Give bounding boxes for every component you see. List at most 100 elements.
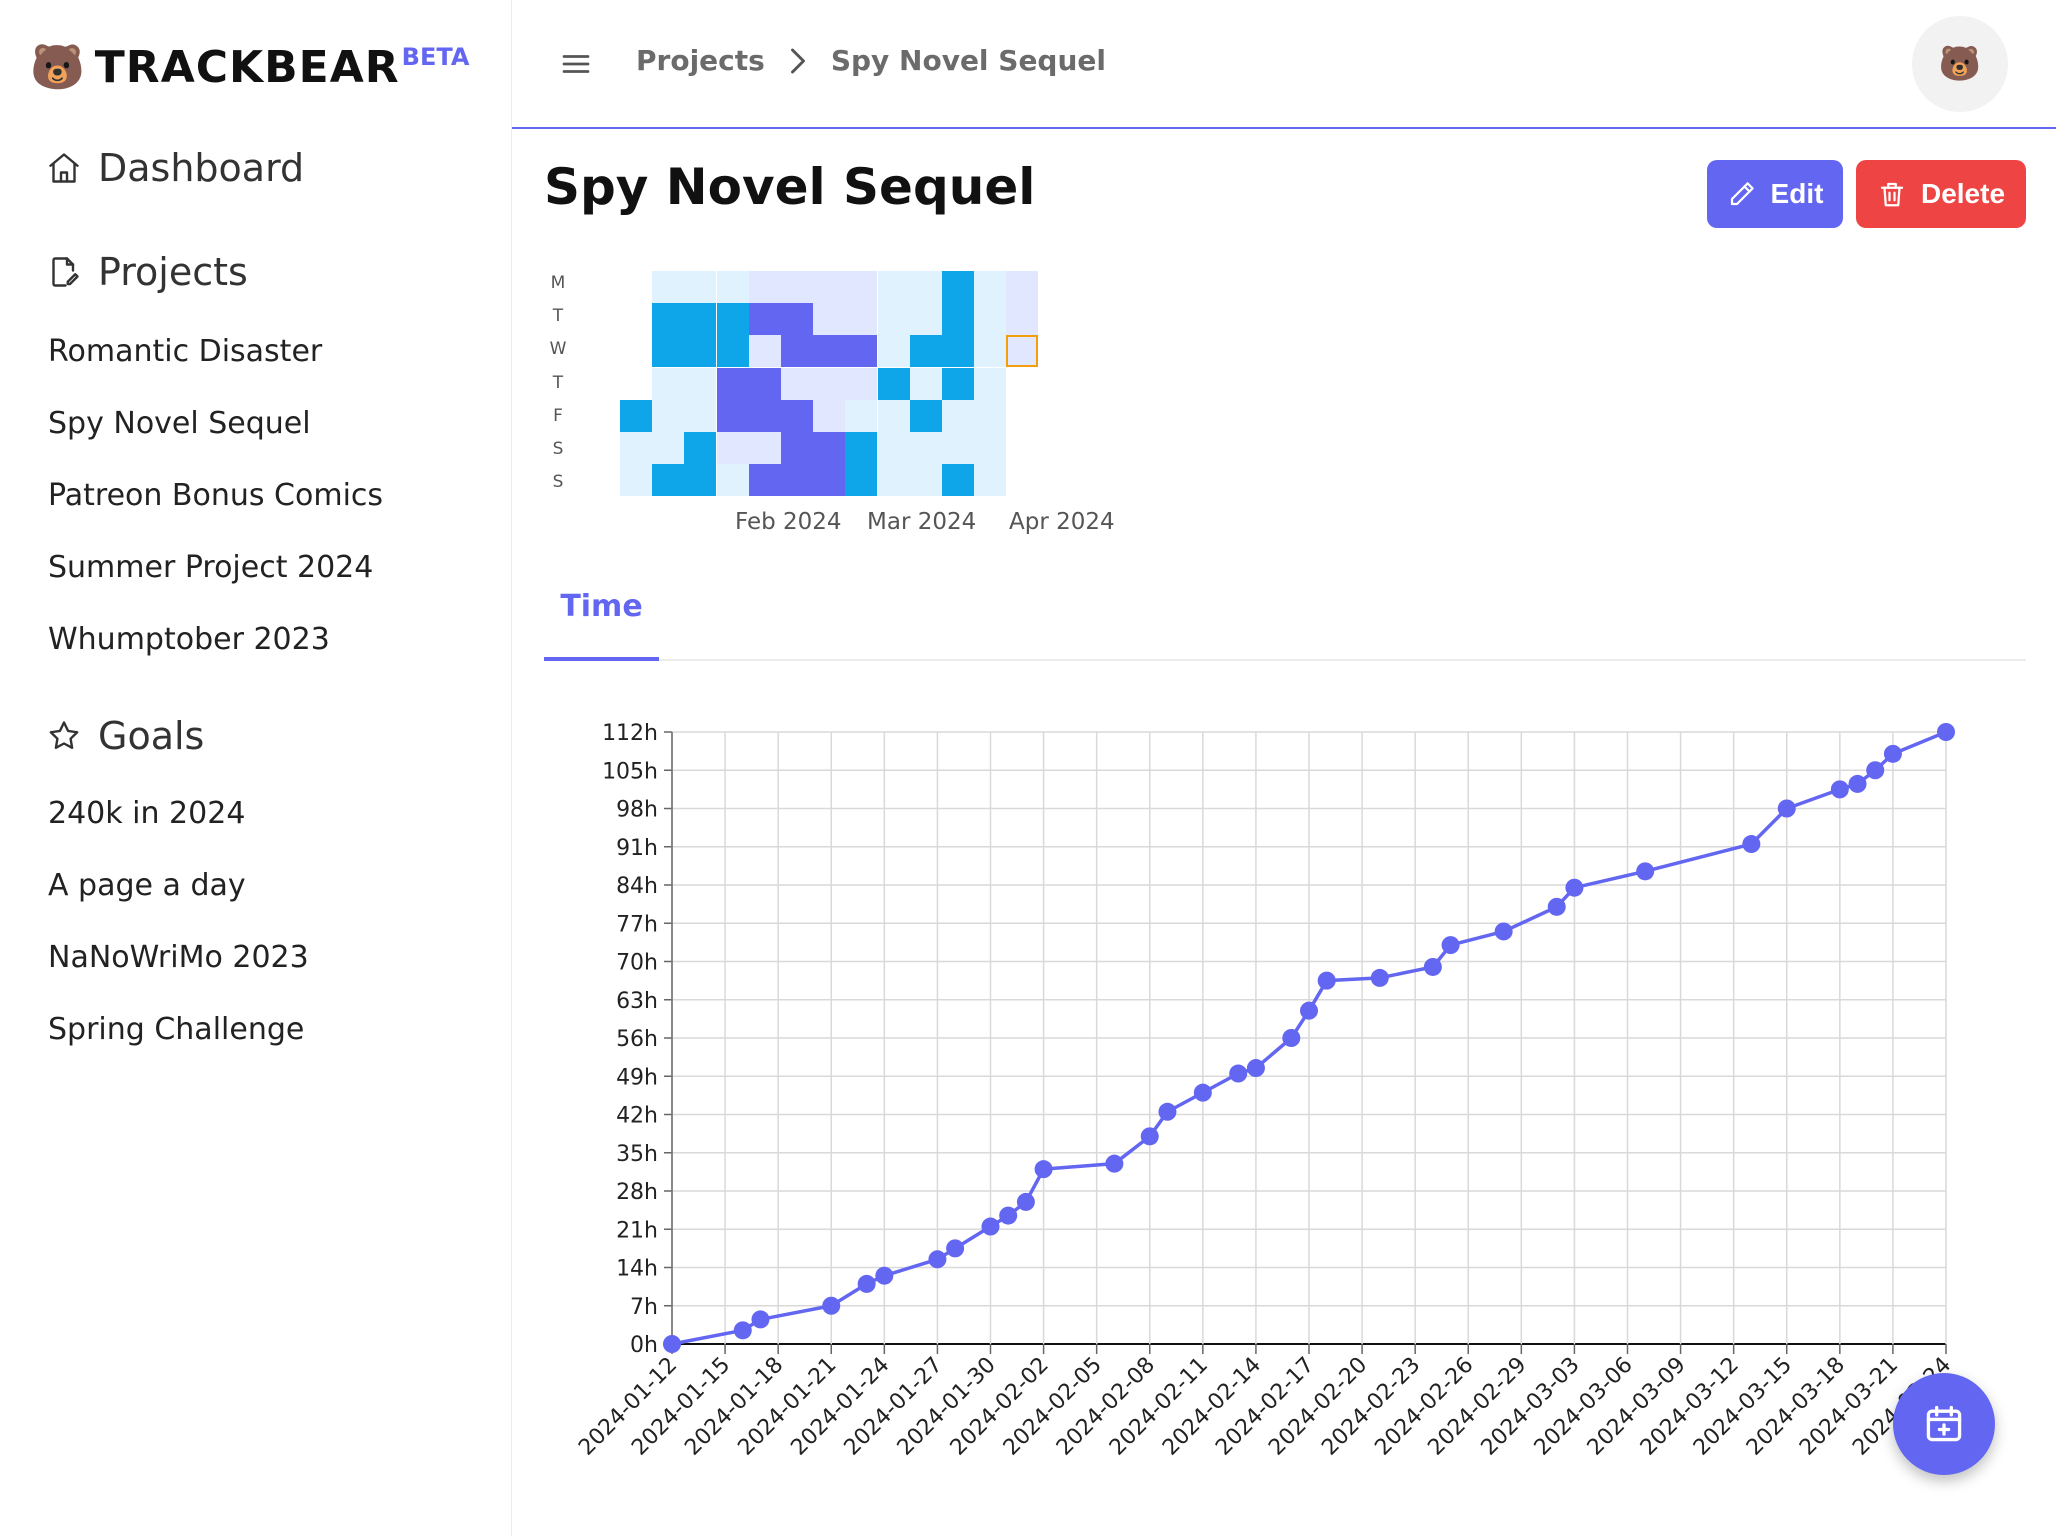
edit-button[interactable]: Edit: [1707, 160, 1843, 228]
heatmap-cell[interactable]: [845, 464, 878, 497]
heatmap-cell[interactable]: [652, 367, 685, 400]
heatmap-cell[interactable]: [974, 464, 1007, 497]
heatmap-cell[interactable]: [716, 335, 749, 368]
heatmap-cell[interactable]: [716, 271, 749, 303]
heatmap-cell[interactable]: [909, 399, 942, 432]
heatmap-cell[interactable]: [877, 335, 910, 368]
heatmap-cell[interactable]: [716, 399, 749, 432]
heatmap-cell[interactable]: [974, 432, 1007, 464]
heatmap-cell[interactable]: [845, 335, 878, 368]
heatmap-cell[interactable]: [781, 399, 813, 432]
heatmap-cell[interactable]: [748, 271, 781, 303]
sidebar-item-project[interactable]: Spy Novel Sequel: [48, 406, 311, 441]
heatmap-cell[interactable]: [684, 399, 717, 432]
heatmap-cell[interactable]: [652, 432, 685, 464]
heatmap-cell[interactable]: [877, 432, 910, 464]
heatmap-cell[interactable]: [684, 303, 717, 336]
add-session-button[interactable]: [1893, 1373, 1995, 1475]
heatmap-cell[interactable]: [813, 464, 846, 497]
heatmap-cell[interactable]: [813, 303, 846, 336]
heatmap-cell[interactable]: [781, 464, 813, 497]
heatmap-cell[interactable]: [942, 367, 974, 400]
sidebar-item-project[interactable]: Patreon Bonus Comics: [48, 478, 383, 513]
heatmap-cell[interactable]: [781, 432, 813, 464]
heatmap-cell[interactable]: [748, 335, 781, 368]
sidebar-item-dashboard[interactable]: Dashboard: [46, 146, 304, 190]
heatmap-cell[interactable]: [652, 303, 685, 336]
heatmap-cell[interactable]: [942, 335, 974, 368]
heatmap-cell[interactable]: [877, 271, 910, 303]
hamburger-menu-icon[interactable]: [558, 46, 594, 82]
heatmap-cell[interactable]: [845, 367, 878, 400]
heatmap-cell[interactable]: [909, 335, 942, 368]
sidebar-item-project[interactable]: Romantic Disaster: [48, 334, 322, 369]
heatmap-cell[interactable]: [620, 432, 652, 464]
heatmap-cell[interactable]: [942, 464, 974, 497]
heatmap-cell[interactable]: [813, 432, 846, 464]
heatmap-cell[interactable]: [845, 303, 878, 336]
heatmap-cell[interactable]: [877, 303, 910, 336]
sidebar-item-project[interactable]: Summer Project 2024: [48, 550, 373, 585]
heatmap-cell[interactable]: [684, 464, 717, 497]
app-logo[interactable]: 🐻 TRACKBEAR BETA: [30, 40, 469, 100]
heatmap-cell[interactable]: [909, 432, 942, 464]
heatmap-cell[interactable]: [813, 271, 846, 303]
heatmap-cell[interactable]: [909, 303, 942, 336]
heatmap-cell[interactable]: [845, 432, 878, 464]
heatmap-cell[interactable]: [620, 464, 652, 497]
tab-time[interactable]: Time: [544, 555, 659, 661]
sidebar-item-goal[interactable]: Spring Challenge: [48, 1012, 304, 1047]
heatmap-cell[interactable]: [781, 367, 813, 400]
heatmap-cell[interactable]: [813, 367, 846, 400]
heatmap-cell[interactable]: [781, 303, 813, 336]
heatmap-cell[interactable]: [748, 303, 781, 336]
heatmap-cell[interactable]: [974, 303, 1007, 336]
heatmap-cell[interactable]: [813, 399, 846, 432]
sidebar-item-goal[interactable]: A page a day: [48, 868, 246, 903]
delete-button[interactable]: Delete: [1856, 160, 2026, 228]
heatmap-cell[interactable]: [845, 399, 878, 432]
heatmap-cell[interactable]: [942, 399, 974, 432]
heatmap-cell[interactable]: [716, 367, 749, 400]
heatmap-cell[interactable]: [748, 464, 781, 497]
heatmap-cell[interactable]: [909, 464, 942, 497]
heatmap-cell[interactable]: [652, 399, 685, 432]
heatmap-cell[interactable]: [1006, 271, 1039, 303]
heatmap-cell[interactable]: [652, 464, 685, 497]
heatmap-cell[interactable]: [684, 271, 717, 303]
heatmap-cell[interactable]: [716, 432, 749, 464]
heatmap-cell[interactable]: [684, 367, 717, 400]
heatmap-cell[interactable]: [942, 303, 974, 336]
heatmap-cell[interactable]: [909, 367, 942, 400]
heatmap-cell[interactable]: [620, 399, 652, 432]
heatmap-cell[interactable]: [684, 432, 717, 464]
heatmap-cell[interactable]: [974, 271, 1007, 303]
heatmap-cell[interactable]: [813, 335, 846, 368]
breadcrumb-projects[interactable]: Projects: [636, 44, 765, 77]
heatmap-cell[interactable]: [716, 464, 749, 497]
heatmap-cell[interactable]: [748, 432, 781, 464]
heatmap-cell[interactable]: [942, 271, 974, 303]
heatmap-cell[interactable]: [748, 367, 781, 400]
heatmap-cell[interactable]: [1006, 335, 1039, 368]
heatmap-cell[interactable]: [974, 399, 1007, 432]
heatmap-cell[interactable]: [748, 399, 781, 432]
heatmap-cell[interactable]: [652, 271, 685, 303]
sidebar-item-goal[interactable]: 240k in 2024: [48, 796, 245, 831]
heatmap-cell[interactable]: [877, 464, 910, 497]
sidebar-item-goal[interactable]: NaNoWriMo 2023: [48, 940, 309, 975]
sidebar-heading-projects[interactable]: Projects: [46, 250, 248, 294]
heatmap-cell[interactable]: [942, 432, 974, 464]
heatmap-cell[interactable]: [716, 303, 749, 336]
heatmap-cell[interactable]: [877, 367, 910, 400]
heatmap-cell[interactable]: [845, 271, 878, 303]
heatmap-cell[interactable]: [974, 335, 1007, 368]
heatmap-cell[interactable]: [652, 335, 685, 368]
heatmap-cell[interactable]: [684, 335, 717, 368]
heatmap-cell[interactable]: [1006, 303, 1039, 336]
sidebar-heading-goals[interactable]: Goals: [46, 714, 204, 758]
user-avatar[interactable]: 🐻: [1912, 16, 2008, 112]
sidebar-item-project[interactable]: Whumptober 2023: [48, 622, 330, 657]
heatmap-cell[interactable]: [974, 367, 1007, 400]
heatmap-cell[interactable]: [909, 271, 942, 303]
